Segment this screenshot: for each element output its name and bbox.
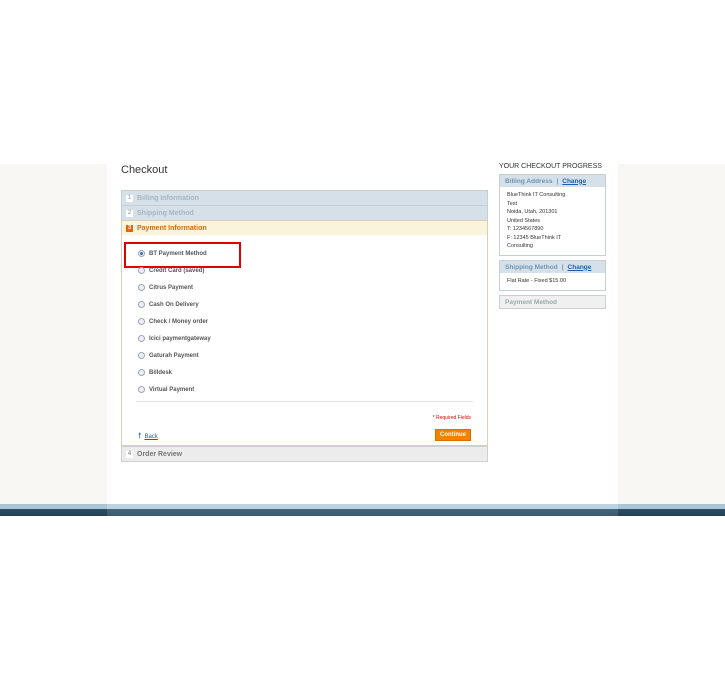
payment-option-bt[interactable]: BT Payment Method: [138, 250, 207, 257]
step-label: Billing Information: [137, 194, 199, 202]
payment-option-label: Citrus Payment: [149, 284, 194, 291]
payment-option-label: Gaturah Payment: [149, 352, 199, 359]
radio-button[interactable]: [138, 318, 145, 325]
back-label: Back: [144, 434, 158, 440]
payment-option-label: BT Payment Method: [149, 250, 207, 257]
checkout-progress-title: YOUR CHECKOUT PROGRESS: [499, 163, 602, 170]
payment-method-box: Payment Method: [499, 295, 606, 309]
address-line: BlueThink IT Consulting: [507, 192, 566, 198]
required-fields-note: * Required Fields: [432, 415, 471, 421]
payment-option-label: Billdesk: [149, 369, 173, 376]
checkout-steps: 1 Billing Information 2 Shipping Method …: [121, 190, 488, 462]
billing-address-title: Billing Address: [505, 177, 553, 185]
separator: |: [556, 177, 559, 185]
address-line: United States: [507, 217, 541, 224]
payment-option-billdesk[interactable]: Billdesk: [138, 369, 172, 376]
step-payment: 3 Payment Information: [121, 220, 488, 235]
divider: [136, 401, 473, 402]
page-title: Checkout: [121, 164, 168, 176]
continue-button[interactable]: Continue: [435, 429, 471, 441]
address-line: Consulting: [507, 243, 533, 250]
shipping-method-box: Shipping Method | Change Flat Rate - Fix…: [499, 260, 606, 291]
step-number: 4: [126, 450, 133, 458]
step-billing[interactable]: 1 Billing Information: [121, 190, 488, 205]
payment-option-check[interactable]: Check / Money order: [138, 318, 208, 325]
arrow-up-icon: 🠕: [138, 431, 142, 440]
address-line: T: 1234567890: [507, 226, 544, 233]
billing-address-header: Billing Address | Change: [500, 175, 605, 187]
change-billing-link[interactable]: Change: [562, 178, 586, 185]
shipping-method-value: Flat Rate - Fixed $15.00: [507, 278, 567, 284]
payment-option-cod[interactable]: Cash On Delivery: [138, 301, 199, 308]
step-label: Order Review: [137, 450, 183, 458]
payment-option-label: Credit Card (saved): [149, 267, 205, 274]
radio-button[interactable]: [138, 267, 145, 274]
step-number: 3: [126, 224, 133, 232]
shipping-method-header: Shipping Method | Change: [500, 261, 605, 273]
address-line: F: 12345 BlueThink IT: [507, 234, 562, 241]
step-label: Shipping Method: [137, 209, 194, 217]
radio-button[interactable]: [138, 352, 145, 359]
payment-methods-panel: BT Payment Method Credit Card (saved) Ci…: [121, 235, 488, 446]
payment-option-virtual[interactable]: Virtual Payment: [138, 386, 194, 393]
step-label: Payment Information: [137, 224, 207, 232]
payment-option-citrus[interactable]: Citrus Payment: [138, 284, 193, 291]
payment-option-credit-card[interactable]: Credit Card (saved): [138, 267, 204, 274]
radio-button[interactable]: [138, 301, 145, 308]
radio-button[interactable]: [138, 335, 145, 342]
address-line: Test: [507, 200, 518, 207]
address-line: Noida, Utah, 201301: [507, 209, 558, 216]
radio-button[interactable]: [138, 284, 145, 291]
step-order-review: 4 Order Review: [121, 446, 488, 462]
step-number: 1: [126, 194, 133, 202]
separator: |: [561, 263, 564, 271]
payment-option-label: Icici paymentgateway: [149, 335, 211, 342]
radio-button[interactable]: [138, 386, 145, 393]
back-link[interactable]: 🠕 Back: [138, 430, 158, 444]
step-number: 2: [126, 209, 133, 217]
change-shipping-link[interactable]: Change: [568, 264, 592, 271]
payment-option-label: Virtual Payment: [149, 386, 195, 393]
payment-option-label: Check / Money order: [149, 318, 209, 325]
payment-option-label: Cash On Delivery: [149, 301, 199, 308]
billing-address-box: Billing Address | Change BlueThink IT Co…: [499, 174, 606, 256]
payment-method-title: Payment Method: [505, 298, 558, 306]
payment-option-icici[interactable]: Icici paymentgateway: [138, 335, 211, 342]
radio-button[interactable]: [138, 250, 145, 257]
shipping-method-body: Flat Rate - Fixed $15.00: [500, 273, 605, 290]
shipping-method-title: Shipping Method: [505, 263, 558, 271]
step-shipping[interactable]: 2 Shipping Method: [121, 205, 488, 220]
billing-address-body: BlueThink IT Consulting Test Noida, Utah…: [500, 187, 605, 255]
radio-button[interactable]: [138, 369, 145, 376]
footer: [107, 504, 618, 516]
payment-option-gaturah[interactable]: Gaturah Payment: [138, 352, 199, 359]
payment-method-header: Payment Method: [500, 296, 605, 308]
